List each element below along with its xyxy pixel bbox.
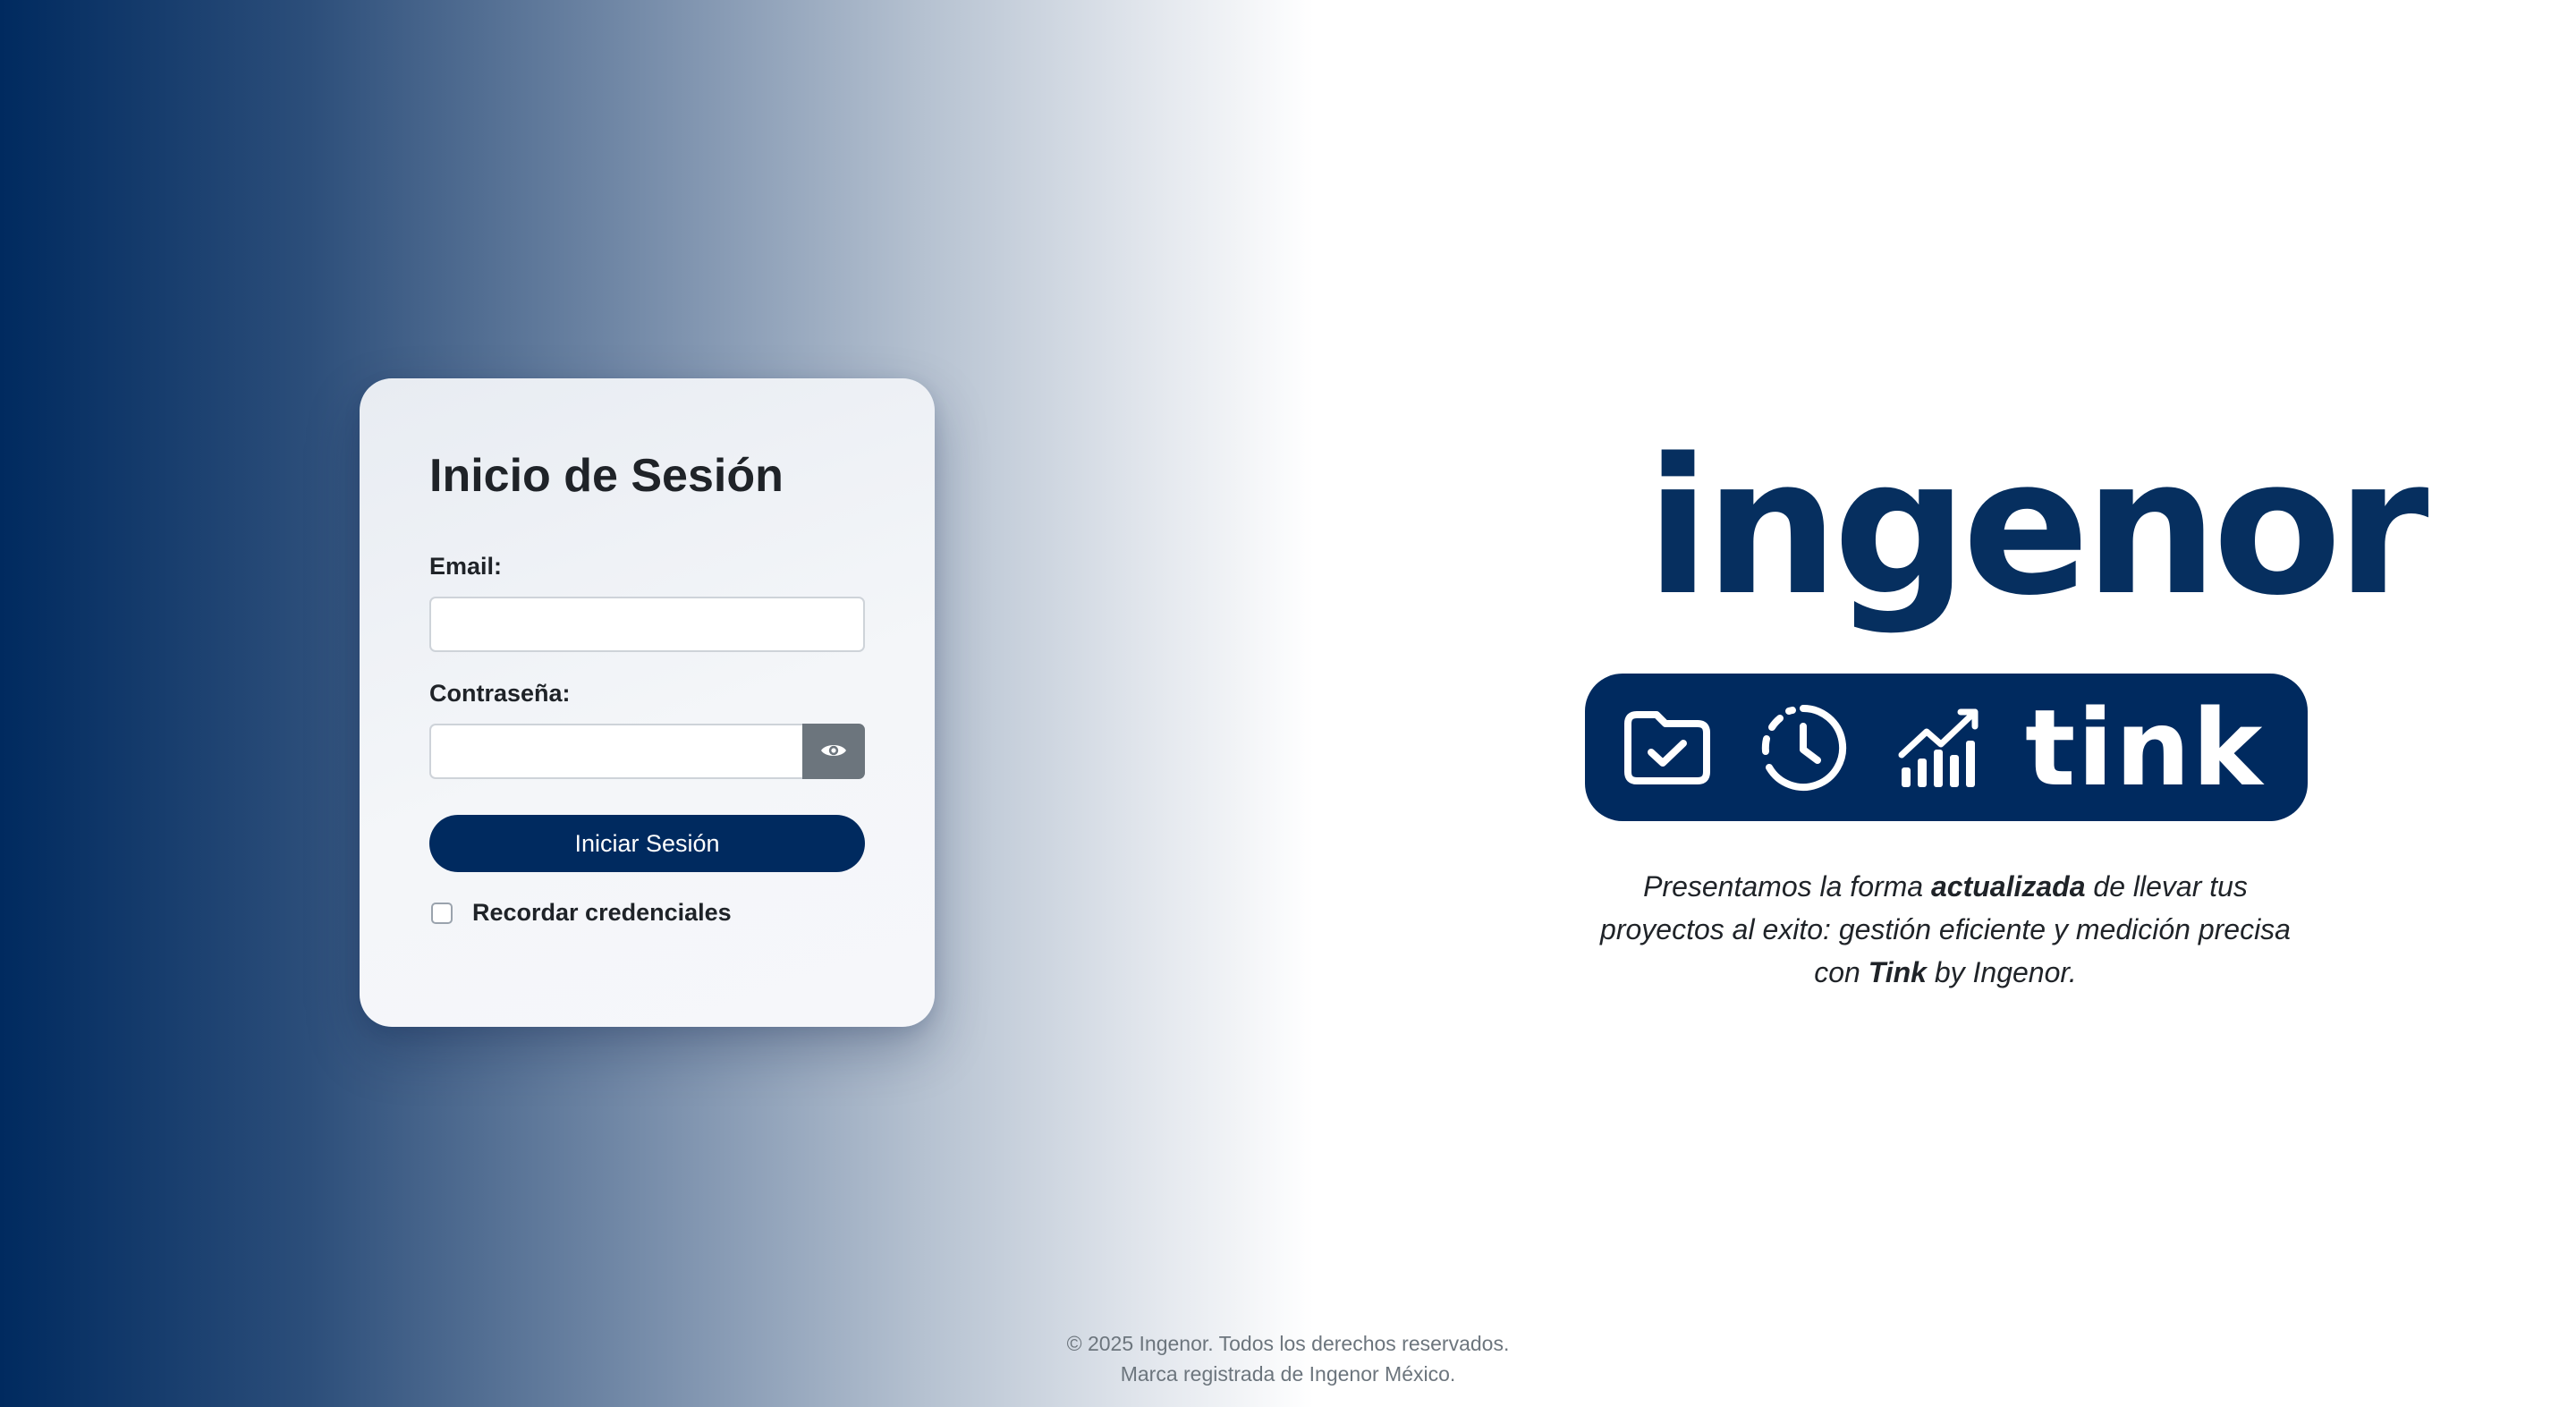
login-card: Inicio de Sesión Email: Contraseña: Inic… (360, 378, 935, 1027)
clock-icon (1750, 694, 1857, 801)
tagline: Presentamos la forma actualizada de llev… (1583, 865, 2308, 994)
footer: © 2025 Ingenor. Todos los derechos reser… (0, 1328, 2576, 1389)
chart-growth-icon (1885, 694, 1993, 801)
tagline-text: by Ingenor. (1926, 956, 2077, 988)
password-input[interactable] (429, 724, 802, 779)
password-label: Contraseña: (429, 680, 571, 707)
login-button[interactable]: Iniciar Sesión (429, 815, 865, 872)
remember-checkbox[interactable] (431, 902, 453, 924)
tink-banner: tink (1585, 674, 2308, 821)
trademark-text: Marca registrada de Ingenor México. (1120, 1362, 1456, 1386)
eye-icon (820, 742, 847, 762)
email-input[interactable] (429, 597, 865, 652)
folder-check-icon (1614, 694, 1721, 801)
login-title: Inicio de Sesión (429, 450, 784, 502)
email-label: Email: (429, 553, 503, 580)
tagline-text: Presentamos la forma (1643, 870, 1931, 903)
remember-label[interactable]: Recordar credenciales (472, 899, 732, 927)
toggle-password-button[interactable] (802, 724, 865, 779)
tagline-bold: Tink (1868, 956, 1927, 988)
copyright-text: © 2025 Ingenor. Todos los derechos reser… (1066, 1332, 1510, 1355)
remember-row: Recordar credenciales (429, 899, 865, 927)
ingenor-logo: ingenor (1646, 418, 2429, 637)
tagline-bold: actualizada (1930, 870, 2086, 903)
tink-wordmark: tink (2025, 685, 2265, 809)
password-group (429, 724, 865, 779)
